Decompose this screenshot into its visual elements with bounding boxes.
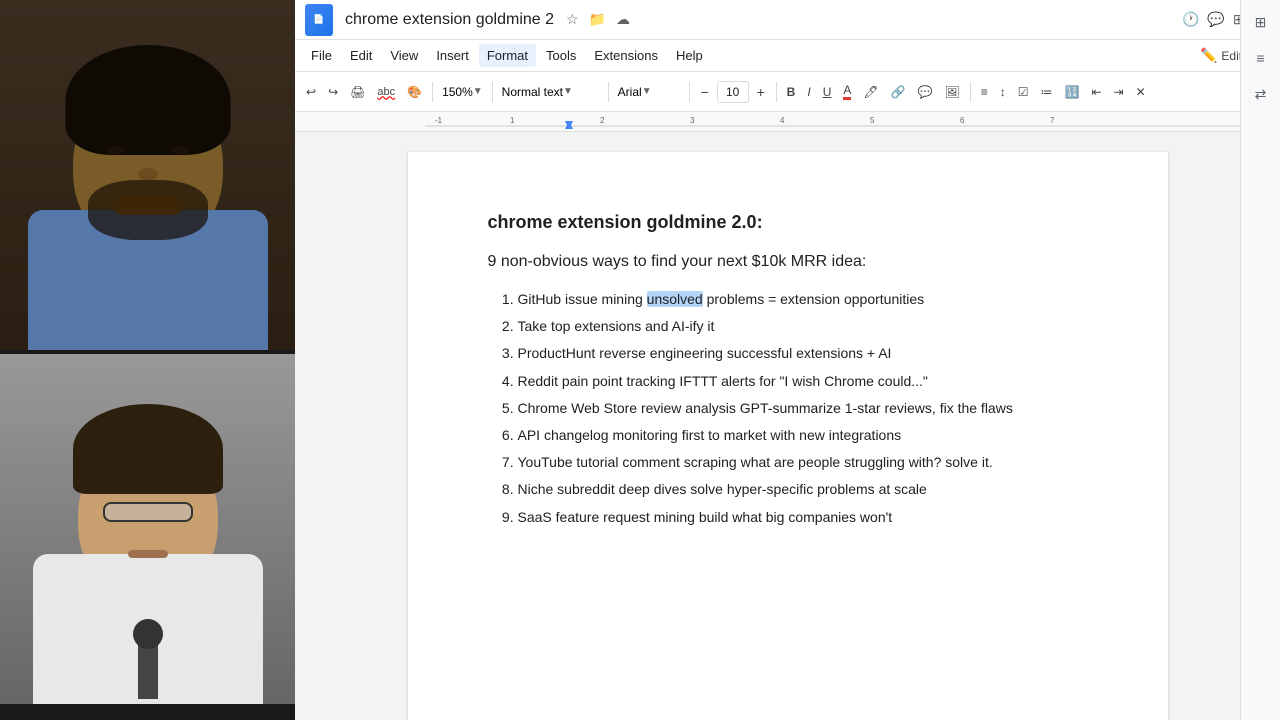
- separator-3: [608, 82, 609, 102]
- video-bottom: [0, 354, 295, 704]
- svg-text:-1: -1: [435, 116, 443, 125]
- document-subtitle: 9 non-obvious ways to find your next $10…: [488, 253, 1088, 271]
- comments-icon[interactable]: 💬: [1207, 11, 1224, 28]
- sidebar-icon-2[interactable]: ≡: [1247, 44, 1275, 72]
- list-item: Reddit pain point tracking IFTTT alerts …: [518, 369, 1088, 394]
- title-bar: 📄 chrome extension goldmine 2 ☆ 📁 ☁ 🕐 💬 …: [295, 0, 1280, 40]
- highlighted-word: unsolved: [647, 291, 703, 307]
- menu-format[interactable]: Format: [479, 44, 536, 67]
- svg-text:6: 6: [960, 116, 965, 125]
- print-button[interactable]: 🖨: [345, 81, 370, 103]
- star-icon[interactable]: ☆: [566, 11, 579, 28]
- align-button[interactable]: ≡: [976, 81, 993, 103]
- bold-button[interactable]: B: [782, 81, 801, 103]
- video-top: [0, 0, 295, 350]
- link-button[interactable]: 🔗: [886, 81, 911, 103]
- document-title: chrome extension goldmine 2.0:: [488, 212, 1088, 233]
- menu-file[interactable]: File: [303, 44, 340, 67]
- cloud-icon[interactable]: ☁: [616, 11, 630, 28]
- menu-help[interactable]: Help: [668, 44, 711, 67]
- menu-insert[interactable]: Insert: [428, 44, 477, 67]
- font-size-increase[interactable]: +: [751, 81, 771, 103]
- doc-page[interactable]: chrome extension goldmine 2.0: 9 non-obv…: [408, 152, 1168, 720]
- separator-1: [432, 82, 433, 102]
- menu-tools[interactable]: Tools: [538, 44, 584, 67]
- menu-bar: File Edit View Insert Format Tools Exten…: [295, 40, 1280, 72]
- menu-view[interactable]: View: [382, 44, 426, 67]
- highlight-button[interactable]: 🖊: [858, 81, 883, 103]
- image-button[interactable]: 🖼: [940, 81, 965, 103]
- spellcheck-button[interactable]: abc: [372, 82, 400, 102]
- separator-5: [776, 82, 777, 102]
- person-top-video: [0, 0, 295, 350]
- font-size-input[interactable]: [717, 81, 749, 103]
- history-icon[interactable]: 🕐: [1182, 11, 1199, 28]
- comment-button[interactable]: 💬: [913, 81, 938, 103]
- underline-button[interactable]: U: [818, 81, 837, 103]
- increase-indent-button[interactable]: ⇥: [1109, 81, 1129, 103]
- font-dropdown[interactable]: Arial ▼: [614, 82, 684, 102]
- doc-area: chrome extension goldmine 2.0: 9 non-obv…: [295, 132, 1280, 720]
- undo-button[interactable]: ↩: [301, 81, 321, 103]
- list-item: Take top extensions and AI-ify it: [518, 314, 1088, 339]
- video-panel: [0, 0, 295, 720]
- separator-4: [689, 82, 690, 102]
- separator-6: [970, 82, 971, 102]
- right-sidebar: ⊞ ≡ ⇄: [1240, 0, 1280, 720]
- list-item: Chrome Web Store review analysis GPT-sum…: [518, 396, 1088, 421]
- list-item: SaaS feature request mining build what b…: [518, 505, 1088, 530]
- font-size-control: − +: [695, 81, 771, 103]
- font-size-decrease[interactable]: −: [695, 81, 715, 103]
- sidebar-icon-1[interactable]: ⊞: [1247, 8, 1275, 36]
- redo-button[interactable]: ↪: [323, 81, 343, 103]
- person-bottom-video: [0, 354, 295, 704]
- list-item: GitHub issue mining unsolved problems = …: [518, 287, 1088, 312]
- folder-icon[interactable]: 📁: [589, 11, 606, 28]
- list-item: Niche subreddit deep dives solve hyper-s…: [518, 477, 1088, 502]
- svg-text:4: 4: [780, 116, 785, 125]
- sidebar-icon-3[interactable]: ⇄: [1247, 80, 1275, 108]
- list-item: ProductHunt reverse engineering successf…: [518, 341, 1088, 366]
- svg-text:7: 7: [1050, 116, 1055, 125]
- doc-title: chrome extension goldmine 2: [345, 11, 554, 29]
- menu-extensions[interactable]: Extensions: [586, 44, 666, 67]
- docs-window: 📄 chrome extension goldmine 2 ☆ 📁 ☁ 🕐 💬 …: [295, 0, 1280, 720]
- list-item: YouTube tutorial comment scraping what a…: [518, 450, 1088, 475]
- svg-text:5: 5: [870, 116, 875, 125]
- bullet-list-button[interactable]: ≔: [1036, 81, 1058, 103]
- paint-format-button[interactable]: 🎨: [402, 81, 427, 103]
- zoom-dropdown[interactable]: 150% ▼: [438, 82, 487, 102]
- title-icons: ☆ 📁 ☁: [566, 11, 630, 28]
- toolbar: ↩ ↪ 🖨 abc 🎨 150% ▼ Normal text ▼ Arial ▼…: [295, 72, 1280, 112]
- numbered-list-button[interactable]: 🔢: [1060, 81, 1085, 103]
- menu-edit[interactable]: Edit: [342, 44, 380, 67]
- checklist-button[interactable]: ☑: [1013, 81, 1034, 103]
- clear-format-button[interactable]: ✕: [1131, 81, 1151, 103]
- decrease-indent-button[interactable]: ⇤: [1086, 81, 1106, 103]
- list-item: API changelog monitoring first to market…: [518, 423, 1088, 448]
- style-dropdown[interactable]: Normal text ▼: [498, 82, 603, 102]
- text-color-button[interactable]: A: [838, 79, 856, 104]
- svg-text:1: 1: [510, 116, 515, 125]
- document-list: GitHub issue mining unsolved problems = …: [488, 287, 1088, 530]
- ruler: -1 1 2 3 4 5 6 7: [295, 112, 1280, 132]
- svg-text:2: 2: [600, 116, 605, 125]
- italic-button[interactable]: I: [802, 81, 815, 103]
- separator-2: [492, 82, 493, 102]
- line-spacing-button[interactable]: ↕: [995, 81, 1011, 103]
- svg-text:3: 3: [690, 116, 695, 125]
